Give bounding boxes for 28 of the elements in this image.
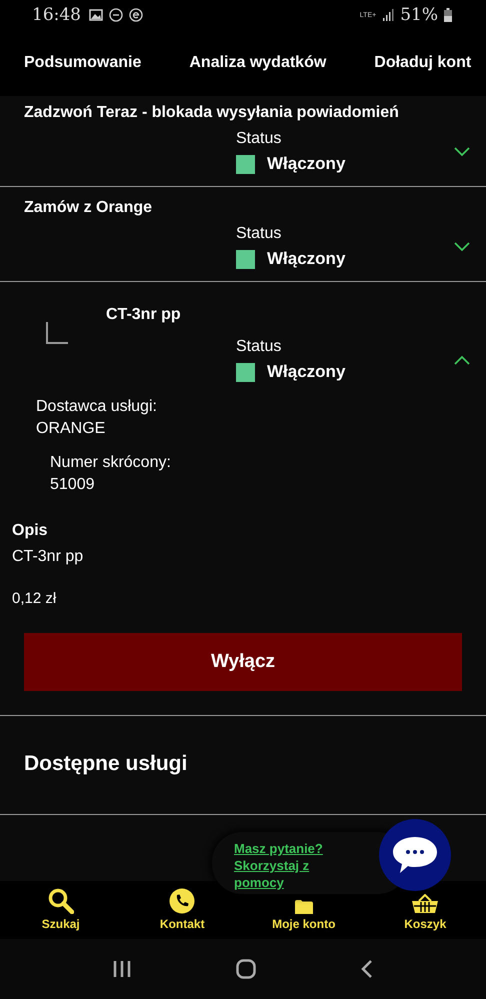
disable-button[interactable]: Wyłącz [24, 633, 462, 691]
nav-tab[interactable]: Doładuj kont [364, 48, 482, 78]
provider-label: Dostawca usługi: [36, 397, 158, 417]
description-heading: Opis [12, 522, 49, 540]
nav-tab[interactable]: Podsumowanie [14, 48, 152, 78]
service-title: CT-3nr pp [106, 306, 181, 324]
provider-value: ORANGE [36, 419, 106, 439]
price-text: 0,12 zł [12, 590, 58, 607]
bottom-nav-item[interactable]: Kontakt [132, 888, 232, 931]
status-label: Status [236, 130, 282, 148]
section-heading: Dostępne usługi [24, 752, 188, 775]
status-value: Włączony [267, 249, 346, 269]
help-link[interactable]: Masz pytanie? Skorzystaj z pomocy [234, 840, 344, 891]
service-title: Zadzwoń Teraz - blokada wysyłania powiadomień [24, 104, 400, 122]
status-label: Status [236, 225, 282, 243]
service-title: Zamów z Orange [24, 199, 154, 217]
nav-tab[interactable]: Analiza wydatków [179, 48, 336, 78]
status-value: Włączony [267, 362, 346, 382]
description-text: CT-3nr pp [12, 548, 84, 566]
bottom-nav-item[interactable]: Moje konto [254, 900, 354, 931]
short-number-value: 51009 [50, 475, 96, 495]
status-value: Włączony [267, 154, 346, 174]
short-number-label: Numer skrócony: [50, 453, 172, 473]
battery-percent: 51% [400, 5, 438, 25]
bottom-nav-item[interactable]: Koszyk [375, 894, 476, 931]
clock-time: 16:48 [32, 5, 81, 25]
status-label: Status [236, 338, 282, 356]
bottom-nav-item[interactable]: Szukaj [10, 888, 111, 931]
